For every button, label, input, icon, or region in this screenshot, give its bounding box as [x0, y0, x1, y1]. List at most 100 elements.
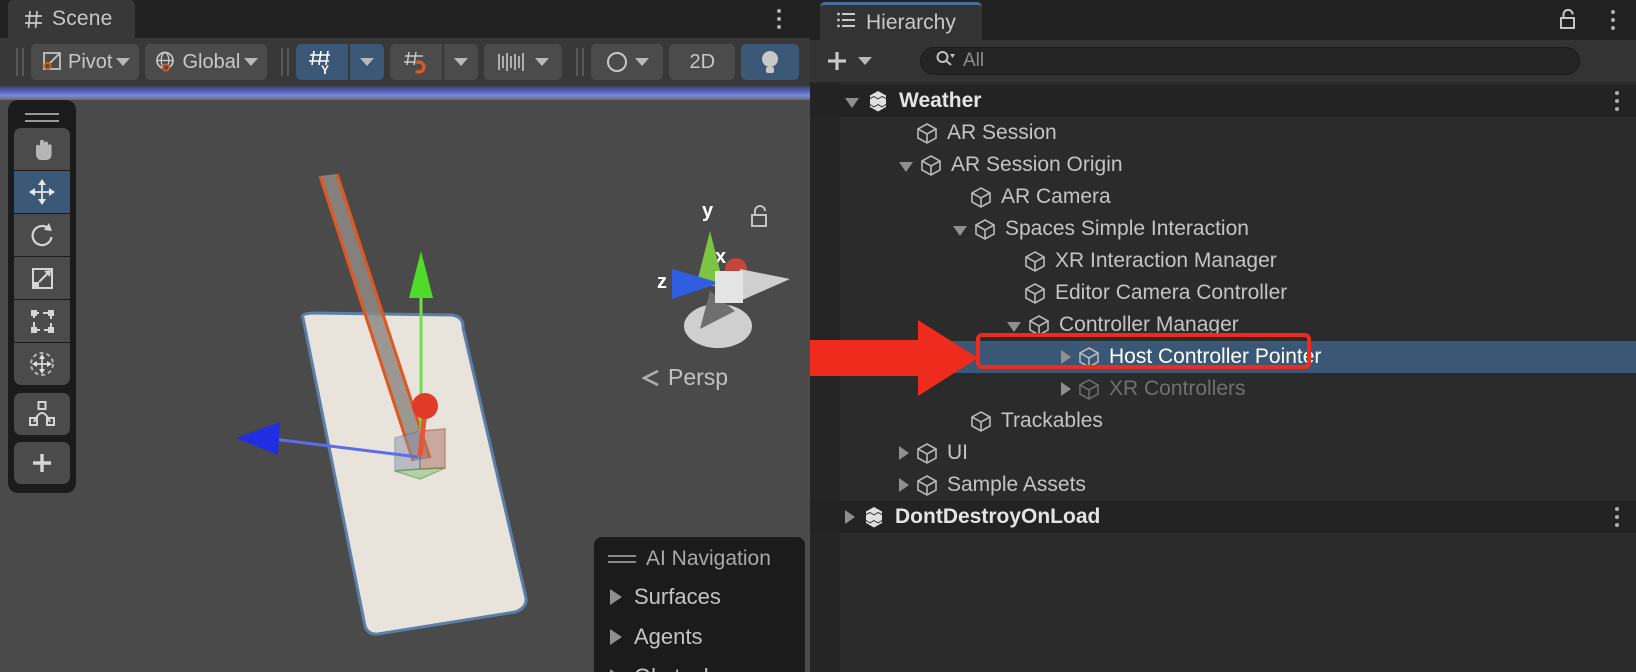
- hierarchy-row-ar-session[interactable]: AR Session: [810, 117, 1636, 149]
- gizmo-axis-z-label: z: [657, 271, 667, 293]
- chevron-down-icon: [858, 57, 872, 65]
- gameobject-cube-icon: [916, 474, 938, 496]
- scale-slider-button[interactable]: [484, 44, 562, 80]
- unity-editor-window: Scene Pivot: [0, 0, 1636, 672]
- row-options-kebab-icon[interactable]: [1608, 502, 1626, 532]
- chevron-right-icon[interactable]: [845, 510, 855, 524]
- ai-nav-item-surfaces[interactable]: Surfaces: [594, 577, 805, 617]
- chevron-down-icon[interactable]: [953, 226, 967, 236]
- gizmo-lock-icon[interactable]: [749, 204, 771, 235]
- grid-axis-button[interactable]: Y: [296, 44, 348, 80]
- hierarchy-row-ar-camera[interactable]: AR Camera: [810, 181, 1636, 213]
- chevron-down-icon[interactable]: [845, 98, 859, 108]
- hierarchy-row-spaces-simple-interaction[interactable]: Spaces Simple Interaction: [810, 213, 1636, 245]
- gameobject-cube-icon: [916, 122, 938, 144]
- tab-hierarchy[interactable]: Hierarchy: [820, 2, 982, 40]
- row-indent-spacer: [810, 165, 899, 166]
- rotate-tool-button[interactable]: [14, 214, 70, 256]
- scene-tool-palette: [8, 100, 76, 493]
- chevron-right-icon: [610, 589, 622, 605]
- hierarchy-row-sample-assets[interactable]: Sample Assets: [810, 469, 1636, 501]
- row-options-kebab-icon[interactable]: [1608, 86, 1626, 116]
- tab-hierarchy-label: Hierarchy: [866, 11, 956, 35]
- available-tools-button[interactable]: [14, 442, 70, 484]
- grid-hash-icon: [24, 10, 43, 29]
- hierarchy-row-dontdestroyonload[interactable]: DontDestroyOnLoad: [810, 501, 1636, 533]
- hierarchy-row-ar-session-origin[interactable]: AR Session Origin: [810, 149, 1636, 181]
- hierarchy-row-label: Weather: [899, 89, 981, 113]
- gameobject-cube-icon: [1024, 250, 1046, 272]
- scene-viewport[interactable]: y x z Persp: [0, 86, 810, 672]
- hierarchy-row-label: Trackables: [1001, 409, 1103, 433]
- hierarchy-row-xr-interaction-manager[interactable]: XR Interaction Manager: [810, 245, 1636, 277]
- chevron-right-icon[interactable]: [899, 446, 909, 460]
- pivot-button[interactable]: Pivot: [31, 44, 139, 80]
- pivot-icon: [40, 50, 64, 74]
- hierarchy-row-label: Spaces Simple Interaction: [1005, 217, 1249, 241]
- plus-icon: [824, 48, 850, 74]
- lighting-button[interactable]: [591, 44, 663, 80]
- globe-icon: [154, 50, 178, 74]
- projection-mode-label[interactable]: Persp: [640, 364, 728, 391]
- snap-dropdown-button[interactable]: [444, 44, 478, 80]
- row-indent-spacer: [810, 261, 1007, 262]
- chevron-down-icon[interactable]: [1007, 322, 1021, 332]
- handle-space-button[interactable]: Global: [145, 44, 267, 80]
- row-indent-spacer: [810, 485, 899, 486]
- hand-tool-button[interactable]: [14, 128, 70, 170]
- snap-button-group: [390, 44, 478, 80]
- chevron-right-icon: [610, 629, 622, 645]
- move-tool-button[interactable]: [14, 171, 70, 213]
- row-indent-spacer: [810, 453, 899, 454]
- create-gameobject-button[interactable]: [824, 48, 872, 74]
- mode-2d-label: 2D: [689, 51, 715, 74]
- search-input[interactable]: All: [920, 47, 1580, 75]
- ai-navigation-header[interactable]: AI Navigation: [594, 543, 805, 577]
- scale-tool-button[interactable]: [14, 257, 70, 299]
- hierarchy-options-kebab-icon[interactable]: [1604, 5, 1622, 35]
- rect-tool-button[interactable]: [14, 300, 70, 342]
- hierarchy-row-weather[interactable]: Weather: [810, 85, 1636, 117]
- move-arrows-icon: [27, 177, 57, 207]
- chevron-down-icon: [535, 58, 549, 66]
- chevron-right-icon[interactable]: [1061, 382, 1071, 396]
- scene-toolbar: Pivot Global: [0, 38, 810, 86]
- gameobject-cube-icon: [1024, 282, 1046, 304]
- chevron-down-icon[interactable]: [899, 162, 913, 172]
- ai-nav-item-obstacles[interactable]: Obstacles: [594, 657, 805, 672]
- tab-scene[interactable]: Scene: [8, 0, 135, 38]
- hierarchy-row-editor-camera-controller[interactable]: Editor Camera Controller: [810, 277, 1636, 309]
- row-indent-spacer: [810, 197, 953, 198]
- gizmo-axis-y-label: y: [702, 200, 714, 222]
- chevron-right-icon[interactable]: [1061, 350, 1071, 364]
- custom-tool-icon: [27, 400, 57, 428]
- hierarchy-lock-icon[interactable]: [1558, 8, 1578, 37]
- toolbar-divider: [573, 48, 586, 76]
- scene-options-kebab-icon[interactable]: [770, 4, 788, 34]
- row-indent-spacer: [810, 229, 953, 230]
- grid-dropdown-button[interactable]: [350, 44, 384, 80]
- row-indent-spacer: [810, 101, 845, 102]
- transform-tool-button[interactable]: [14, 343, 70, 385]
- snap-button[interactable]: [390, 44, 442, 80]
- scene-panel: Scene Pivot: [0, 0, 810, 672]
- light-bulb-icon: [757, 48, 783, 76]
- row-indent-spacer: [810, 517, 845, 518]
- hierarchy-row-ui[interactable]: UI: [810, 437, 1636, 469]
- ai-nav-item-agents[interactable]: Agents: [594, 617, 805, 657]
- chevron-down-icon: [635, 58, 649, 66]
- perspective-arrow-icon: [640, 368, 662, 388]
- scene-lighting-button[interactable]: [741, 44, 799, 80]
- gizmo-cube: [715, 271, 743, 303]
- mode-2d-button[interactable]: 2D: [669, 44, 735, 80]
- row-indent-spacer: [810, 421, 953, 422]
- custom-editor-tool-button[interactable]: [14, 393, 70, 435]
- hierarchy-row-label: Editor Camera Controller: [1055, 281, 1287, 305]
- annotation-arrow: [810, 318, 980, 418]
- gameobject-cube-icon: [1028, 314, 1050, 336]
- combined-transform-icon: [27, 349, 57, 379]
- chevron-right-icon[interactable]: [899, 478, 909, 492]
- gameobject-cube-icon: [1078, 378, 1100, 400]
- search-input-value: All: [963, 50, 984, 72]
- palette-drag-handle[interactable]: [14, 106, 70, 128]
